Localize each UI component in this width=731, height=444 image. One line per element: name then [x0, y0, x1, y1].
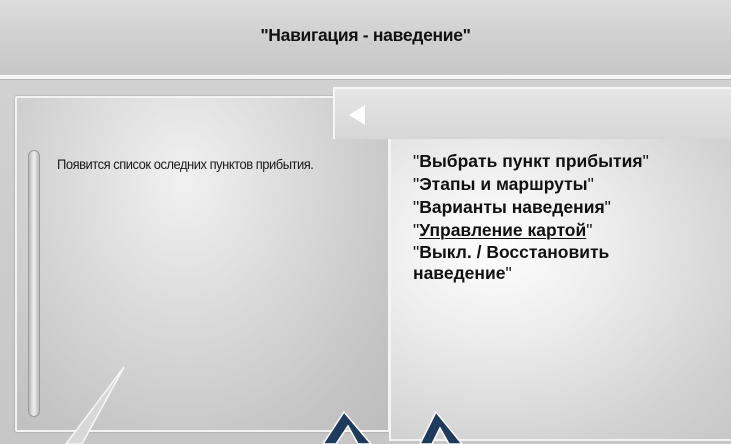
header-divider — [0, 76, 731, 79]
menu-title-bar — [333, 87, 731, 139]
scrollbar[interactable] — [28, 150, 40, 417]
menu-item-map-management[interactable]: "Управление картой" — [413, 219, 713, 241]
menu-item-select-destination[interactable]: "Выбрать пункт прибытия" — [413, 150, 713, 172]
menu-item-guidance-options[interactable]: "Варианты наведения" — [413, 196, 713, 218]
info-text: Появится список оследних пунктов прибыти… — [57, 157, 314, 172]
menu-list: "Выбрать пункт прибытия" "Этапы и маршру… — [413, 150, 713, 285]
triangle-left-icon — [349, 105, 365, 125]
back-button[interactable] — [336, 96, 376, 130]
menu-item-toggle-guidance[interactable]: "Выкл. / Восстановить наведение" — [413, 242, 693, 284]
left-info-panel: Появится список оследних пунктов прибыти… — [15, 96, 390, 432]
header-bar: "Навигация - наведение" — [0, 0, 731, 76]
page-title: "Навигация - наведение" — [260, 25, 471, 45]
menu-item-stages-routes[interactable]: "Этапы и маршруты" — [413, 173, 713, 195]
navigation-screen: "Навигация - наведение" Появится список … — [0, 0, 731, 444]
